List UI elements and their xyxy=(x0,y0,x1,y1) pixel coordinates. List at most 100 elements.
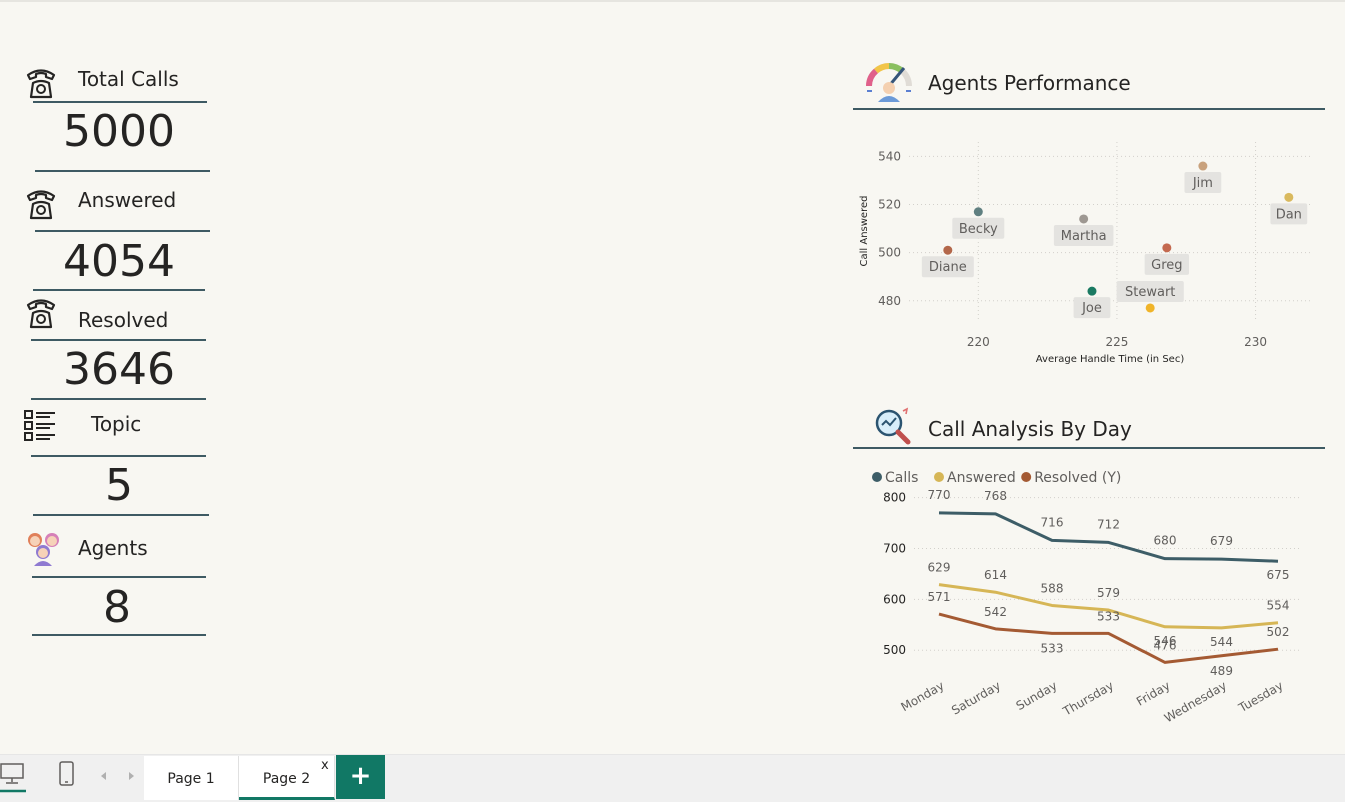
legend-label: Answered xyxy=(947,470,1016,486)
data-point xyxy=(1079,214,1089,224)
x-tick-label: 225 xyxy=(1105,335,1128,349)
data-label: 554 xyxy=(1267,599,1290,613)
kpi-value: 3646 xyxy=(63,344,175,395)
legend-marker xyxy=(872,472,882,482)
y-tick-label: 540 xyxy=(878,149,901,163)
data-point xyxy=(943,245,953,255)
y-tick-label: 700 xyxy=(883,541,906,555)
x-tick-label: Saturday xyxy=(949,678,1003,717)
divider xyxy=(31,339,206,341)
data-label: 489 xyxy=(1210,664,1233,678)
divider xyxy=(35,230,210,232)
data-label: 716 xyxy=(1041,515,1064,529)
divider xyxy=(853,108,1325,110)
telephone-icon xyxy=(26,69,56,99)
y-tick-label: 600 xyxy=(883,592,906,606)
data-label: 476 xyxy=(1154,638,1177,652)
agents-scatter-chart: 480 500 520 540 220 225 230 Average Handle Time… xyxy=(859,142,1311,365)
chevron-left-icon[interactable] xyxy=(98,770,110,782)
data-label: 768 xyxy=(984,489,1007,503)
kpi-label: Total Calls xyxy=(78,67,179,91)
data-label: 588 xyxy=(1041,581,1064,595)
kpi-label: Answered xyxy=(78,188,177,212)
y-tick-label: 500 xyxy=(883,643,906,657)
y-axis-title: Call Answered xyxy=(859,196,870,267)
x-tick-label: Thursday xyxy=(1060,678,1116,719)
data-label: 533 xyxy=(1097,609,1120,623)
data-label: 579 xyxy=(1097,586,1120,600)
data-point xyxy=(1145,303,1155,313)
data-label: 542 xyxy=(984,605,1007,619)
data-label: 679 xyxy=(1210,534,1233,548)
divider xyxy=(33,514,209,516)
y-tick-label: 500 xyxy=(878,246,901,260)
divider xyxy=(32,576,206,578)
data-point xyxy=(1198,161,1208,171)
data-point xyxy=(1087,286,1097,296)
divider xyxy=(33,289,205,291)
divider xyxy=(853,447,1325,449)
tab-page-1[interactable]: Page 1 xyxy=(144,756,239,800)
call-analysis-line-chart: Calls Answered Resolved (Y) 500 600 700 800 Mon… xyxy=(872,470,1300,725)
kpi-label: Resolved xyxy=(78,308,169,332)
data-label: 629 xyxy=(928,561,951,575)
panel-title: Agents Performance xyxy=(928,71,1131,95)
data-label: Jim xyxy=(1192,176,1213,191)
agents-group-icon xyxy=(28,533,59,566)
x-tick-label: Friday xyxy=(1134,678,1173,708)
x-tick-label: Tuesday xyxy=(1235,678,1285,715)
legend-label: Resolved (Y) xyxy=(1034,470,1121,486)
data-label: 544 xyxy=(1210,635,1233,649)
y-tick-label: 520 xyxy=(878,198,901,212)
topic-list-icon xyxy=(24,410,55,441)
performance-gauge-icon xyxy=(866,63,912,102)
data-point xyxy=(973,207,983,217)
data-label: 680 xyxy=(1154,534,1177,548)
x-tick-label: Sunday xyxy=(1014,678,1060,713)
add-page-button[interactable]: + xyxy=(336,755,385,799)
data-point xyxy=(1284,192,1294,202)
telephone-icon xyxy=(26,190,56,220)
kpi-label: Topic xyxy=(91,412,142,436)
x-tick-label: Wednesday xyxy=(1162,678,1229,725)
data-label: 502 xyxy=(1267,625,1290,639)
data-label: 614 xyxy=(984,568,1007,582)
kpi-label: Agents xyxy=(78,536,148,560)
legend-marker xyxy=(934,472,944,482)
divider xyxy=(31,455,206,457)
data-label: 533 xyxy=(1041,641,1064,655)
page-tab-bar: Page 1 Page 2 x xyxy=(0,754,1345,802)
tab-label: Page 1 xyxy=(167,771,215,787)
desktop-view-icon[interactable] xyxy=(0,763,26,793)
data-point xyxy=(1162,243,1172,253)
divider xyxy=(33,101,207,103)
divider xyxy=(35,170,210,172)
data-label: 770 xyxy=(928,488,951,502)
magnifier-analysis-icon xyxy=(875,407,911,445)
tab-label: Page 2 xyxy=(262,771,311,787)
data-label: 571 xyxy=(928,590,951,604)
data-label: Becky xyxy=(959,222,998,237)
data-label: Joe xyxy=(1081,301,1102,316)
kpi-value: 5000 xyxy=(63,106,175,157)
kpi-value: 8 xyxy=(103,582,131,633)
close-tab-icon[interactable]: x xyxy=(321,758,329,773)
x-tick-label: 220 xyxy=(967,335,990,349)
data-label: 675 xyxy=(1267,568,1290,582)
data-label: Dan xyxy=(1276,207,1302,222)
x-tick-label: 230 xyxy=(1244,335,1267,349)
x-axis-title: Average Handle Time (in Sec) xyxy=(1036,354,1185,365)
data-label: Greg xyxy=(1151,258,1182,273)
divider xyxy=(31,398,206,400)
chevron-right-icon[interactable] xyxy=(125,770,137,782)
y-tick-label: 480 xyxy=(878,294,901,308)
kpi-value: 4054 xyxy=(63,236,175,287)
legend-label: Calls xyxy=(885,470,918,486)
data-label: Martha xyxy=(1061,229,1107,244)
kpi-value: 5 xyxy=(105,460,133,511)
x-tick-label: Monday xyxy=(898,678,946,714)
top-border xyxy=(0,0,1345,2)
mobile-view-icon[interactable] xyxy=(58,761,76,787)
panel-title: Call Analysis By Day xyxy=(928,417,1132,441)
telephone-icon xyxy=(26,299,56,329)
